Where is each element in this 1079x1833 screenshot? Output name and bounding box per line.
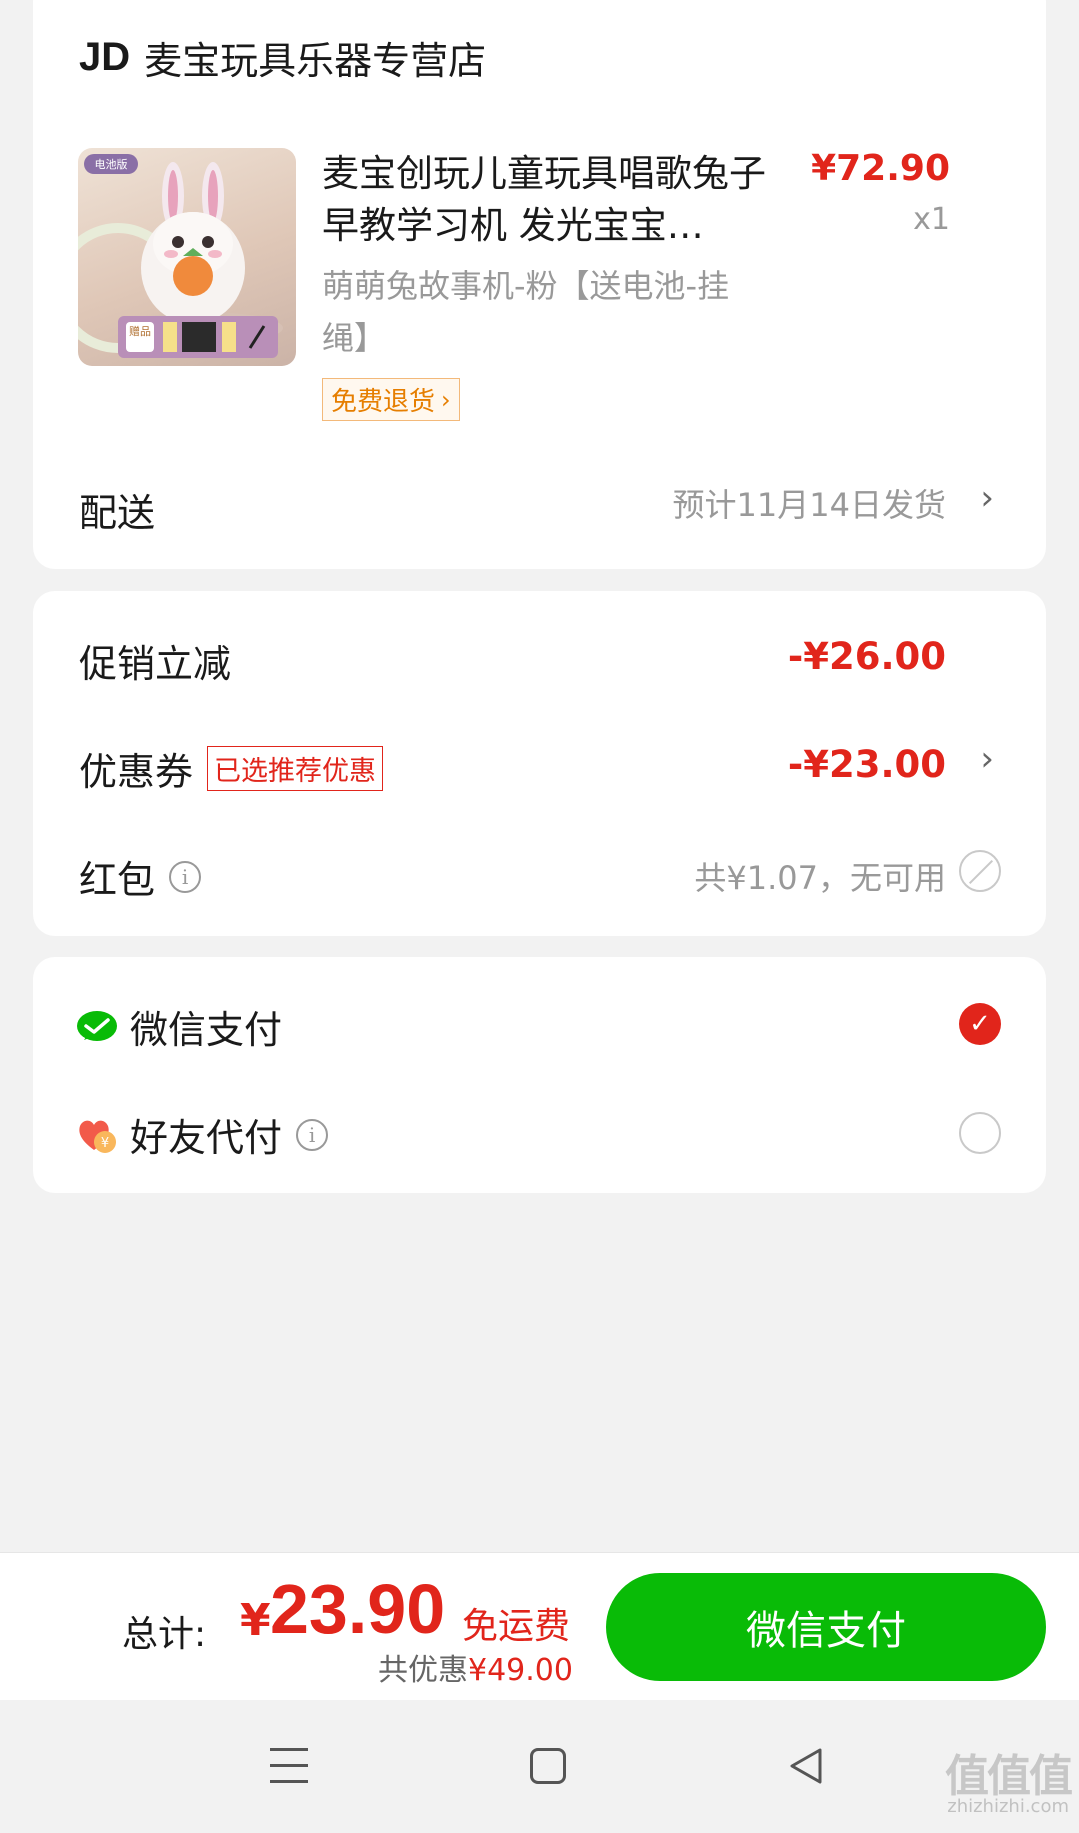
disabled-icon	[959, 850, 1001, 892]
check-icon: ✓	[969, 1009, 991, 1039]
svg-text:¥: ¥	[101, 1136, 109, 1151]
coupon-label: 优惠券	[79, 750, 194, 794]
product-image[interactable]: 赠品 电池版	[78, 148, 296, 366]
redpack-row: 红包 i	[79, 849, 202, 904]
delivery-label: 配送	[79, 491, 156, 535]
free-shipping-label: 免运费	[462, 1606, 571, 1647]
free-return-tag[interactable]: 免费退货 ›	[322, 378, 460, 421]
coupon-row[interactable]: 优惠券 已选推荐优惠	[79, 741, 384, 796]
coupon-value[interactable]: -¥23.00	[788, 743, 946, 786]
coupon-selected-tag: 已选推荐优惠	[207, 746, 384, 791]
wechat-pay-label: 微信支付	[130, 1008, 283, 1052]
chevron-right-icon[interactable]: ›	[980, 478, 994, 518]
free-return-label: 免费退货	[331, 387, 436, 417]
gift-badge-text: 赠品	[129, 324, 151, 338]
checkout-bar: 总计: ¥ 23.90 免运费 共优惠¥49.00 微信支付	[0, 1552, 1079, 1700]
chevron-right-icon: ›	[441, 385, 451, 414]
friend-pay-label: 好友代付	[130, 1116, 283, 1160]
store-name: 麦宝玩具乐器专营店	[144, 39, 487, 83]
info-icon[interactable]: i	[296, 1118, 329, 1151]
store-header[interactable]: JD 麦宝玩具乐器专营店	[79, 30, 486, 85]
wechat-radio-checked[interactable]: ✓	[959, 1003, 1001, 1045]
promo-label: 促销立减	[79, 642, 232, 686]
nav-home-icon[interactable]	[530, 1748, 566, 1784]
chevron-right-icon[interactable]: ›	[980, 739, 994, 779]
nav-back-icon[interactable]	[786, 1746, 826, 1786]
product-spec: 萌萌兔故事机-粉【送电池-挂绳】	[322, 267, 730, 357]
battery-badge-text: 电池版	[95, 157, 128, 171]
store-card: JD 麦宝玩具乐器专营店 赠品 电池版 麦宝创玩儿童玩具唱歌兔子早教学习机 发光…	[33, 0, 1046, 569]
total-label: 总计:	[122, 1614, 207, 1655]
friend-pay-option[interactable]: ¥ 好友代付 i	[76, 1107, 329, 1162]
rabbit-toy-illustration: 赠品 电池版	[78, 154, 283, 358]
discount-card: 促销立减 -¥26.00 优惠券 已选推荐优惠 -¥23.00 › 红包 i 共…	[33, 591, 1046, 936]
product-price: ¥72.90	[811, 148, 950, 189]
watermark-logo: 值值值	[945, 1751, 1073, 1802]
saved-prefix: 共优惠	[378, 1653, 468, 1688]
saved-amount: ¥49.00	[468, 1653, 573, 1688]
heart-yuan-icon: ¥	[79, 1120, 116, 1153]
delivery-estimate[interactable]: 预计11月14日发货	[673, 480, 946, 526]
info-icon[interactable]: i	[169, 860, 202, 893]
jd-logo: JD	[79, 35, 131, 79]
promo-value: -¥26.00	[787, 635, 946, 678]
wechat-icon	[77, 1010, 117, 1041]
product-quantity: x1	[913, 202, 950, 237]
wechat-pay-option[interactable]: 微信支付	[76, 999, 282, 1054]
system-nav-bar	[0, 1700, 1079, 1833]
product-title[interactable]: 麦宝创玩儿童玩具唱歌兔子早教学习机 发光宝宝…	[322, 148, 767, 252]
redpack-label: 红包	[79, 858, 156, 902]
total-currency: ¥	[240, 1595, 271, 1646]
redpack-value: 共¥1.07，无可用	[694, 859, 946, 897]
payment-method-card: 微信支付 ✓ ¥ 好友代付 i	[33, 957, 1046, 1193]
total-amount: 23.90	[270, 1570, 446, 1648]
total-saved: 共优惠¥49.00	[378, 1645, 573, 1689]
watermark-url: zhizhizhi.com	[947, 1796, 1069, 1817]
nav-menu-icon[interactable]	[270, 1748, 308, 1784]
friend-radio-unchecked[interactable]	[959, 1112, 1001, 1154]
wechat-pay-button[interactable]: 微信支付	[606, 1573, 1046, 1681]
